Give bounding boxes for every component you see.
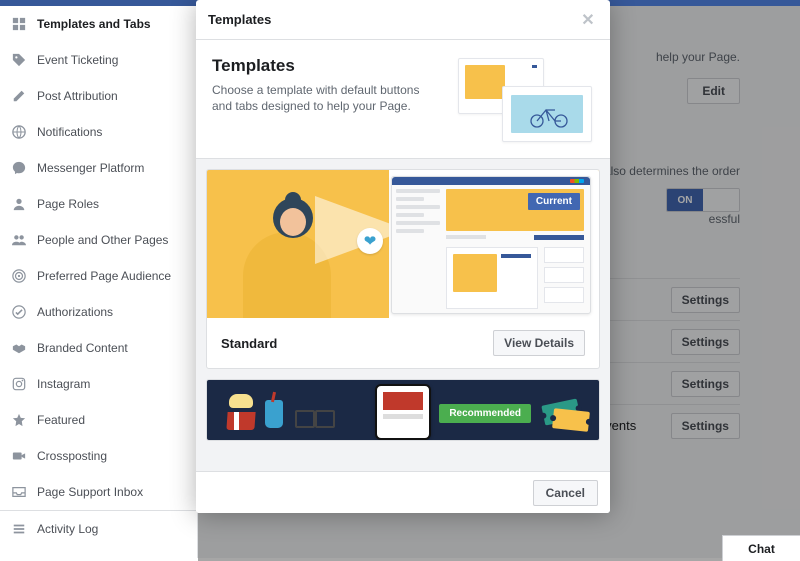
template-card-recommended: Recommended (206, 379, 600, 441)
sidebar-item-label: Post Attribution (37, 89, 118, 103)
settings-sidebar: Templates and Tabs Event Ticketing Post At… (0, 6, 198, 558)
tickets-icon (541, 398, 589, 432)
target-icon (12, 269, 26, 283)
modal-footer: Cancel (196, 471, 610, 513)
recommended-badge: Recommended (439, 404, 531, 423)
sidebar-item-messenger-platform[interactable]: Messenger Platform (0, 150, 197, 186)
template-hero: Recommended (207, 380, 599, 440)
sidebar-item-label: Featured (37, 413, 85, 427)
heart-icon: ❤ (357, 228, 383, 254)
sidebar-item-label: Notifications (37, 125, 102, 139)
sidebar-item-page-support-inbox[interactable]: Page Support Inbox (0, 474, 197, 510)
glasses-icon (295, 410, 335, 426)
template-hero: ❤ Current (207, 170, 599, 318)
drink-icon (265, 400, 283, 428)
sidebar-item-featured[interactable]: Featured (0, 402, 197, 438)
close-icon[interactable]: ✕ (578, 10, 598, 30)
browser-mock: Current (391, 176, 591, 314)
sidebar-item-page-roles[interactable]: Page Roles (0, 186, 197, 222)
pencil-icon (12, 89, 26, 103)
current-badge: Current (528, 193, 580, 210)
sidebar-item-branded-content[interactable]: Branded Content (0, 330, 197, 366)
view-details-button[interactable]: View Details (493, 330, 585, 356)
intro-heading: Templates (212, 56, 438, 76)
sidebar-item-crossposting[interactable]: Crossposting (0, 438, 197, 474)
popcorn-icon (223, 394, 259, 430)
modal-header: Templates ✕ (196, 0, 610, 40)
intro-illustration (444, 56, 594, 142)
sidebar-item-label: Messenger Platform (37, 161, 144, 175)
bicycle-icon (528, 106, 570, 128)
tag-icon (12, 53, 26, 67)
people-icon (12, 233, 26, 247)
video-icon (12, 449, 26, 463)
sidebar-item-label: People and Other Pages (37, 233, 168, 247)
inbox-icon (12, 485, 26, 499)
sidebar-item-label: Instagram (37, 377, 90, 391)
sidebar-item-post-attribution[interactable]: Post Attribution (0, 78, 197, 114)
sidebar-item-authorizations[interactable]: Authorizations (0, 294, 197, 330)
sidebar-item-label: Templates and Tabs (37, 17, 151, 31)
modal-title: Templates (208, 12, 271, 27)
messenger-icon (12, 161, 26, 175)
sidebar-item-label: Preferred Page Audience (37, 269, 171, 283)
person-icon (12, 197, 26, 211)
check-icon (12, 305, 26, 319)
sidebar-item-preferred-page-audience[interactable]: Preferred Page Audience (0, 258, 197, 294)
sidebar-item-instagram[interactable]: Instagram (0, 366, 197, 402)
instagram-icon (12, 377, 26, 391)
template-name: Standard (221, 336, 277, 351)
sidebar-item-label: Event Ticketing (37, 53, 118, 67)
sidebar-item-label: Activity Log (37, 522, 98, 536)
phone-mock-icon (375, 384, 431, 440)
cancel-button[interactable]: Cancel (533, 480, 598, 506)
sidebar-item-label: Page Roles (37, 197, 99, 211)
sidebar-item-label: Authorizations (37, 305, 113, 319)
templates-modal: Templates ✕ Templates Choose a template … (196, 0, 610, 513)
sidebar-item-activity-log[interactable]: Activity Log (0, 510, 197, 546)
modal-intro: Templates Choose a template with default… (196, 40, 610, 159)
intro-body: Choose a template with default buttons a… (212, 82, 438, 114)
sidebar-item-label: Branded Content (37, 341, 128, 355)
sidebar-item-event-ticketing[interactable]: Event Ticketing (0, 42, 197, 78)
sidebar-item-people-and-other-pages[interactable]: People and Other Pages (0, 222, 197, 258)
sidebar-item-notifications[interactable]: Notifications (0, 114, 197, 150)
sidebar-item-templates-and-tabs[interactable]: Templates and Tabs (0, 6, 197, 42)
sidebar-item-label: Page Support Inbox (37, 485, 143, 499)
star-icon (12, 413, 26, 427)
globe-icon (12, 125, 26, 139)
handshake-icon (12, 341, 26, 355)
list-icon (12, 522, 26, 536)
template-card-standard: ❤ Current Standard View Details (206, 169, 600, 369)
grid-icon (12, 17, 26, 31)
chat-tab[interactable]: Chat (722, 535, 800, 561)
sidebar-item-label: Crossposting (37, 449, 107, 463)
